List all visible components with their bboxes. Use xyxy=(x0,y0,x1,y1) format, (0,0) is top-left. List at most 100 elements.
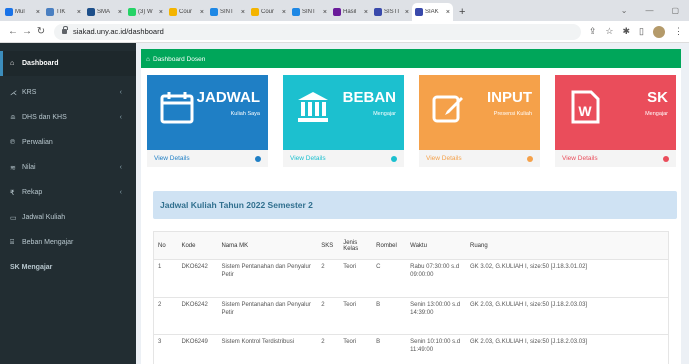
favicon-icon xyxy=(333,8,341,16)
close-icon[interactable]: × xyxy=(323,9,327,16)
tab-title: Hasil xyxy=(343,9,357,15)
bookmark-star-icon[interactable]: ☆ xyxy=(605,26,613,37)
menu-icon[interactable]: ⋮ xyxy=(674,26,683,37)
view-details-label: View Details xyxy=(562,155,598,162)
tile-title: INPUT xyxy=(487,89,532,106)
close-icon[interactable]: × xyxy=(405,9,409,16)
sidebar-item-nilai[interactable]: ≋ Nilai ‹ xyxy=(0,155,136,180)
svg-text:W: W xyxy=(578,103,592,119)
close-icon[interactable]: × xyxy=(364,9,368,16)
browser-tab[interactable]: SIAK × xyxy=(412,3,453,21)
schedule-table: No Kode Nama MK SKS Jenis Kelas Rombel Waktu Ru… xyxy=(153,231,669,364)
address-bar: ← → ↻ siakad.uny.ac.id/dashboard ⇪ ☆ ✱ ▯… xyxy=(0,21,689,43)
tile-beban: BEBAN Mengajar View Details xyxy=(283,75,404,167)
bank-icon: ⌸ xyxy=(10,238,15,246)
table-cell: GK 2.03, G.KULIAH I, size:50 [J.18.2.03.… xyxy=(466,297,669,335)
browser-tab[interactable]: (3) W × xyxy=(125,3,166,21)
profile-avatar[interactable] xyxy=(653,25,665,38)
view-details-link[interactable]: View Details xyxy=(283,150,404,167)
sidebar-item-perwalian[interactable]: ℗ Perwalian xyxy=(0,130,136,155)
table-cell: Sistem Pentanahan dan Penyalur Petir xyxy=(217,297,318,335)
browser-tab[interactable]: SINT × xyxy=(289,3,330,21)
tab-title: Cour xyxy=(261,9,275,15)
browser-tab[interactable]: Mul × xyxy=(2,3,43,21)
view-details-link[interactable]: View Details xyxy=(147,150,268,167)
sidebar-item-jadwal-kuliah[interactable]: ▭ Jadwal Kuliah xyxy=(0,205,136,230)
calendar-icon xyxy=(159,89,195,125)
table-cell: 2 xyxy=(317,334,340,364)
favicon-icon xyxy=(251,8,259,16)
share-icon[interactable]: ⇪ xyxy=(589,26,597,37)
sidebar-item-sk-mengajar[interactable]: SK Mengajar xyxy=(0,255,136,280)
sidebar: ⌂ Dashboard ⋌ KRS ‹ ≘ DHS dan KHS ‹ ℗ Perwalian ≋ N… xyxy=(0,43,136,364)
table-cell: GK 2.03, G.KULIAH I, size:50 [J.18.2.03.… xyxy=(466,334,669,364)
arrow-circle-icon xyxy=(663,155,669,162)
browser-tab[interactable]: SMA × xyxy=(84,3,125,21)
table-cell: DKO6249 xyxy=(177,334,218,364)
tile-panel: JADWAL Kuliah Saya xyxy=(147,75,268,150)
tab-title: SINT xyxy=(220,9,234,15)
browser-tab[interactable]: SINT × xyxy=(207,3,248,21)
sidebar-item-krs[interactable]: ⋌ KRS ‹ xyxy=(0,80,136,105)
sidebar-item-label: Beban Mengajar xyxy=(22,239,74,246)
close-icon[interactable]: × xyxy=(282,9,286,16)
back-icon[interactable]: ← xyxy=(6,26,20,37)
sidebar-item-label: Dashboard xyxy=(22,60,59,67)
tab-search-icon[interactable]: ⌄ xyxy=(621,6,628,15)
table-cell: DKO6242 xyxy=(177,297,218,335)
column-header: SKS xyxy=(317,231,340,260)
table-cell: 2 xyxy=(317,297,340,335)
minimize-icon[interactable]: — xyxy=(645,6,653,15)
close-icon[interactable]: × xyxy=(36,9,40,16)
close-icon[interactable]: × xyxy=(241,9,245,16)
sidebar-item-label: Nilai xyxy=(22,164,36,171)
url-input[interactable]: siakad.uny.ac.id/dashboard xyxy=(54,23,581,40)
extensions-icon[interactable]: ✱ xyxy=(623,26,631,37)
browser-tab[interactable]: TIK × xyxy=(43,3,84,21)
sidebar-item-dashboard[interactable]: ⌂ Dashboard xyxy=(0,51,136,76)
new-tab-button[interactable]: + xyxy=(459,3,465,21)
favicon-icon xyxy=(374,8,382,16)
table-cell: Senin 10:10:00 s.d 11:49:00 xyxy=(406,334,467,364)
sidepanel-icon[interactable]: ▯ xyxy=(639,26,644,37)
close-icon[interactable]: × xyxy=(200,9,204,16)
sidebar-item-dhs-dan-khs[interactable]: ≘ DHS dan KHS ‹ xyxy=(0,105,136,130)
table-row: 2 DKO6242 Sistem Pentanahan dan Penyalur P… xyxy=(153,297,669,335)
chevron-left-icon: ‹ xyxy=(119,89,122,96)
favicon-icon xyxy=(128,8,136,16)
close-icon[interactable]: × xyxy=(446,9,450,16)
sidebar-item-label: KRS xyxy=(22,89,37,96)
sidebar-item-beban-mengajar[interactable]: ⌸ Beban Mengajar xyxy=(0,230,136,255)
table-cell: Sistem Pentanahan dan Penyalur Petir xyxy=(217,259,318,298)
view-details-link[interactable]: View Details xyxy=(555,150,676,167)
browser-tabstrip: Mul × TIK × SMA × (3) W × Cour × SINT × Cour × SINT × Ha… xyxy=(0,0,689,21)
browser-tab[interactable]: Hasil × xyxy=(330,3,371,21)
tab-title: Cour xyxy=(179,9,193,15)
tile-subtitle: Mengajar xyxy=(373,111,396,117)
browser-tab[interactable]: SISTI × xyxy=(371,3,412,21)
word-doc-icon: W xyxy=(567,89,603,125)
url-text: siakad.uny.ac.id/dashboard xyxy=(73,27,164,36)
favicon-icon xyxy=(415,8,423,16)
browser-tab[interactable]: Cour × xyxy=(166,3,207,21)
sidebar-item-rekap[interactable]: ₹ Rekap ‹ xyxy=(0,180,136,205)
sidebar-menu: ⌂ Dashboard ⋌ KRS ‹ ≘ DHS dan KHS ‹ ℗ Perwalian ≋ N… xyxy=(0,51,136,280)
forward-icon[interactable]: → xyxy=(20,26,34,37)
close-icon[interactable]: × xyxy=(77,9,81,16)
table-cell: Rabu 07:30:00 s.d 09:00:00 xyxy=(406,259,467,298)
tile-input: INPUT Presensi Kuliah View Details xyxy=(419,75,540,167)
favicon-icon xyxy=(169,8,177,16)
maximize-icon[interactable]: ▢ xyxy=(671,6,679,15)
table-row: 3 DKO6249 Sistem Kontrol Terdistribusi 2 Teo… xyxy=(153,334,669,364)
view-details-label: View Details xyxy=(426,155,462,162)
close-icon[interactable]: × xyxy=(159,9,163,16)
table-cell: Sistem Kontrol Terdistribusi xyxy=(217,334,318,364)
browser-tab[interactable]: Cour × xyxy=(248,3,289,21)
reload-icon[interactable]: ↻ xyxy=(34,26,48,37)
favicon-icon xyxy=(46,8,54,16)
close-icon[interactable]: × xyxy=(118,9,122,16)
view-details-label: View Details xyxy=(290,155,326,162)
arrow-circle-icon xyxy=(255,155,261,162)
view-details-link[interactable]: View Details xyxy=(419,150,540,167)
sidebar-item-label: SK Mengajar xyxy=(10,264,53,271)
